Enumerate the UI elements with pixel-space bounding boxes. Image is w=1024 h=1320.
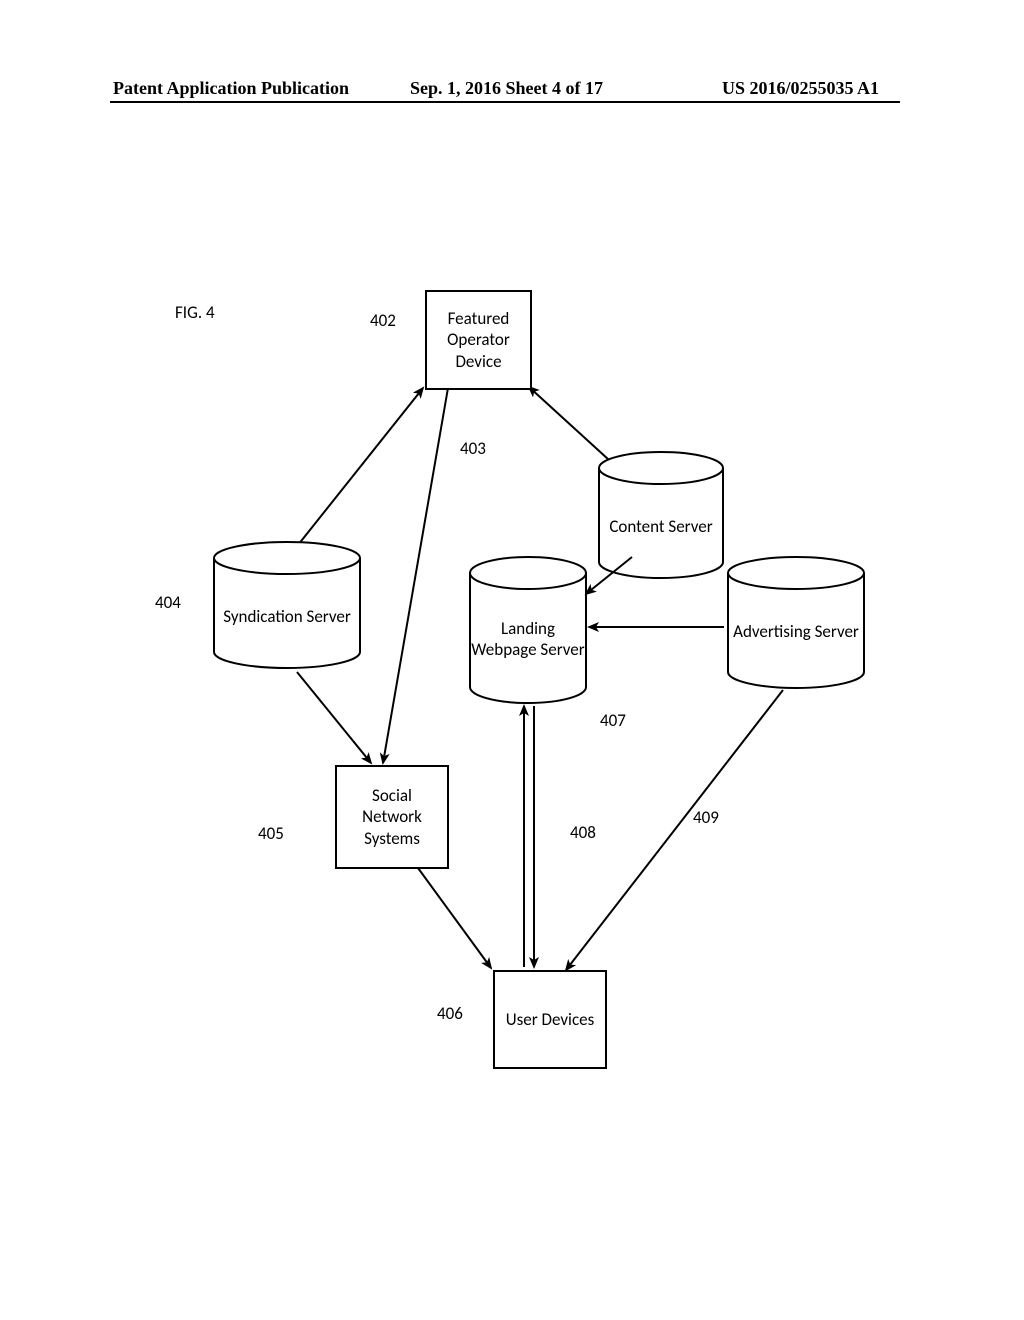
node-user-devices: User Devices (493, 970, 607, 1069)
figure-label: FIG. 4 (175, 302, 215, 323)
node-syndication-server: Syndication Server (212, 540, 362, 670)
ref-409: 409 (693, 807, 719, 828)
node-social-network-systems: Social Network Systems (335, 765, 449, 869)
node-featured-operator-device: Featured Operator Device (425, 290, 532, 390)
node-content-server: Content Server (597, 450, 725, 580)
header-right: US 2016/0255035 A1 (722, 78, 879, 99)
node-advertising-server: Advertising Server (726, 555, 866, 690)
ref-403: 403 (460, 438, 486, 459)
node-landing-webpage-server-label: Landing Webpage Server (468, 597, 588, 681)
node-landing-webpage-server: Landing Webpage Server (468, 555, 588, 705)
ref-402: 402 (370, 310, 396, 331)
header-center: Sep. 1, 2016 Sheet 4 of 17 (410, 78, 603, 99)
node-social-network-systems-label: Social Network Systems (337, 781, 447, 853)
header-left: Patent Application Publication (113, 78, 349, 99)
node-advertising-server-label: Advertising Server (726, 601, 866, 661)
node-content-server-label: Content Server (597, 496, 725, 556)
header-rule (110, 101, 900, 103)
ref-408: 408 (570, 822, 596, 843)
ref-404: 404 (155, 592, 181, 613)
node-user-devices-label: User Devices (500, 1005, 601, 1034)
ref-406: 406 (437, 1003, 463, 1024)
ref-407: 407 (600, 710, 626, 731)
ref-405: 405 (258, 823, 284, 844)
node-syndication-server-label: Syndication Server (212, 586, 362, 646)
node-featured-operator-device-label: Featured Operator Device (427, 304, 530, 376)
